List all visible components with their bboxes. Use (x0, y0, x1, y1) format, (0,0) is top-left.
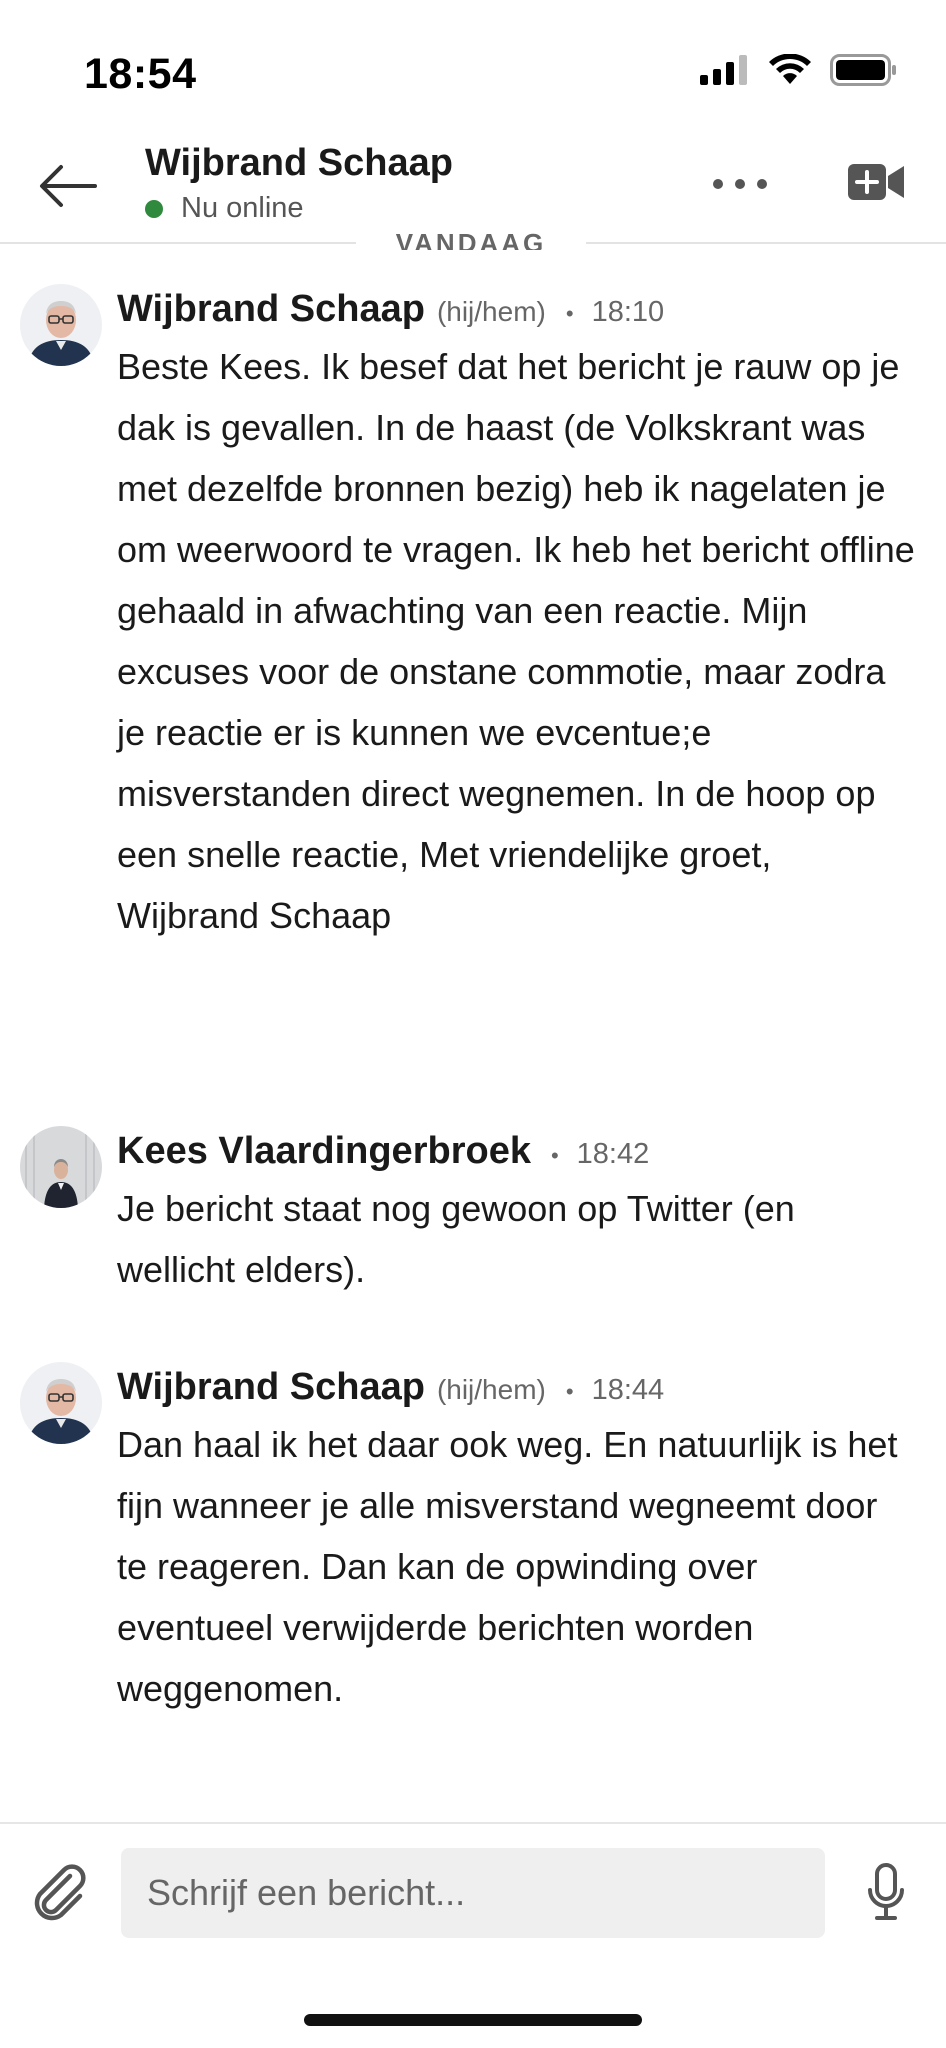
video-call-button[interactable] (846, 160, 906, 208)
attach-button[interactable] (30, 1862, 92, 1924)
separator-line (0, 242, 356, 244)
back-button[interactable] (36, 154, 100, 218)
chat-header: Wijbrand Schaap Nu online (0, 140, 946, 240)
message-header: Kees Vlaardingerbroek • 18:42 (117, 1130, 649, 1173)
sender-name[interactable]: Kees Vlaardingerbroek (117, 1130, 531, 1173)
wifi-icon (769, 54, 811, 84)
more-options-button[interactable] (706, 164, 774, 204)
battery-icon (830, 54, 896, 86)
avatar-photo (20, 1126, 102, 1208)
presence-status: Nu online (145, 192, 304, 225)
separator-line (586, 242, 946, 244)
message-time: 18:42 (576, 1138, 650, 1170)
message-text: Dan haal ik het daar ook weg. En natuurl… (117, 1424, 898, 1709)
avatar[interactable] (20, 284, 102, 366)
message-header: Wijbrand Schaap (hij/hem) • 18:10 (117, 288, 664, 331)
avatar[interactable] (20, 1126, 102, 1208)
separator-dot: • (565, 301, 574, 326)
online-indicator (145, 199, 163, 218)
composer-divider (0, 1822, 946, 1824)
sender-name[interactable]: Wijbrand Schaap (117, 1366, 425, 1409)
message-time: 18:10 (591, 296, 665, 328)
sender-name[interactable]: Wijbrand Schaap (117, 288, 425, 331)
paperclip-icon (34, 1864, 86, 1921)
microphone-icon (868, 1863, 904, 1920)
message-text: Beste Kees. Ik besef dat het bericht je … (117, 346, 915, 936)
message-header: Wijbrand Schaap (hij/hem) • 18:44 (117, 1366, 664, 1409)
day-separator-label: VANDAAG (395, 228, 547, 250)
day-separator: VANDAAG (0, 228, 946, 254)
sender-pronouns: (hij/hem) (436, 1374, 546, 1405)
chat-screen: 18:54 Wijbrand Schaap Nu online VANDAAG … (0, 0, 946, 2048)
status-icons (700, 54, 898, 86)
cellular-signal-icon (700, 55, 747, 85)
message-text: Je bericht staat nog gewoon op Twitter (… (117, 1188, 795, 1290)
message-time: 18:44 (591, 1374, 665, 1406)
microphone-button[interactable] (866, 1862, 906, 1922)
sender-pronouns: (hij/hem) (436, 296, 546, 327)
video-call-add-icon (848, 164, 904, 200)
contact-name[interactable]: Wijbrand Schaap (145, 142, 453, 185)
separator-dot: • (565, 1379, 574, 1404)
avatar-photo (20, 284, 102, 366)
home-indicator[interactable] (304, 2014, 642, 2026)
presence-text: Nu online (181, 192, 304, 224)
more-horizontal-icon (713, 179, 767, 189)
avatar-photo (20, 1362, 102, 1444)
separator-dot: • (550, 1143, 559, 1168)
status-time: 18:54 (84, 50, 197, 98)
avatar[interactable] (20, 1362, 102, 1444)
message-input[interactable] (121, 1848, 825, 1938)
arrow-left-icon (40, 165, 97, 207)
status-bar: 18:54 (0, 0, 946, 140)
